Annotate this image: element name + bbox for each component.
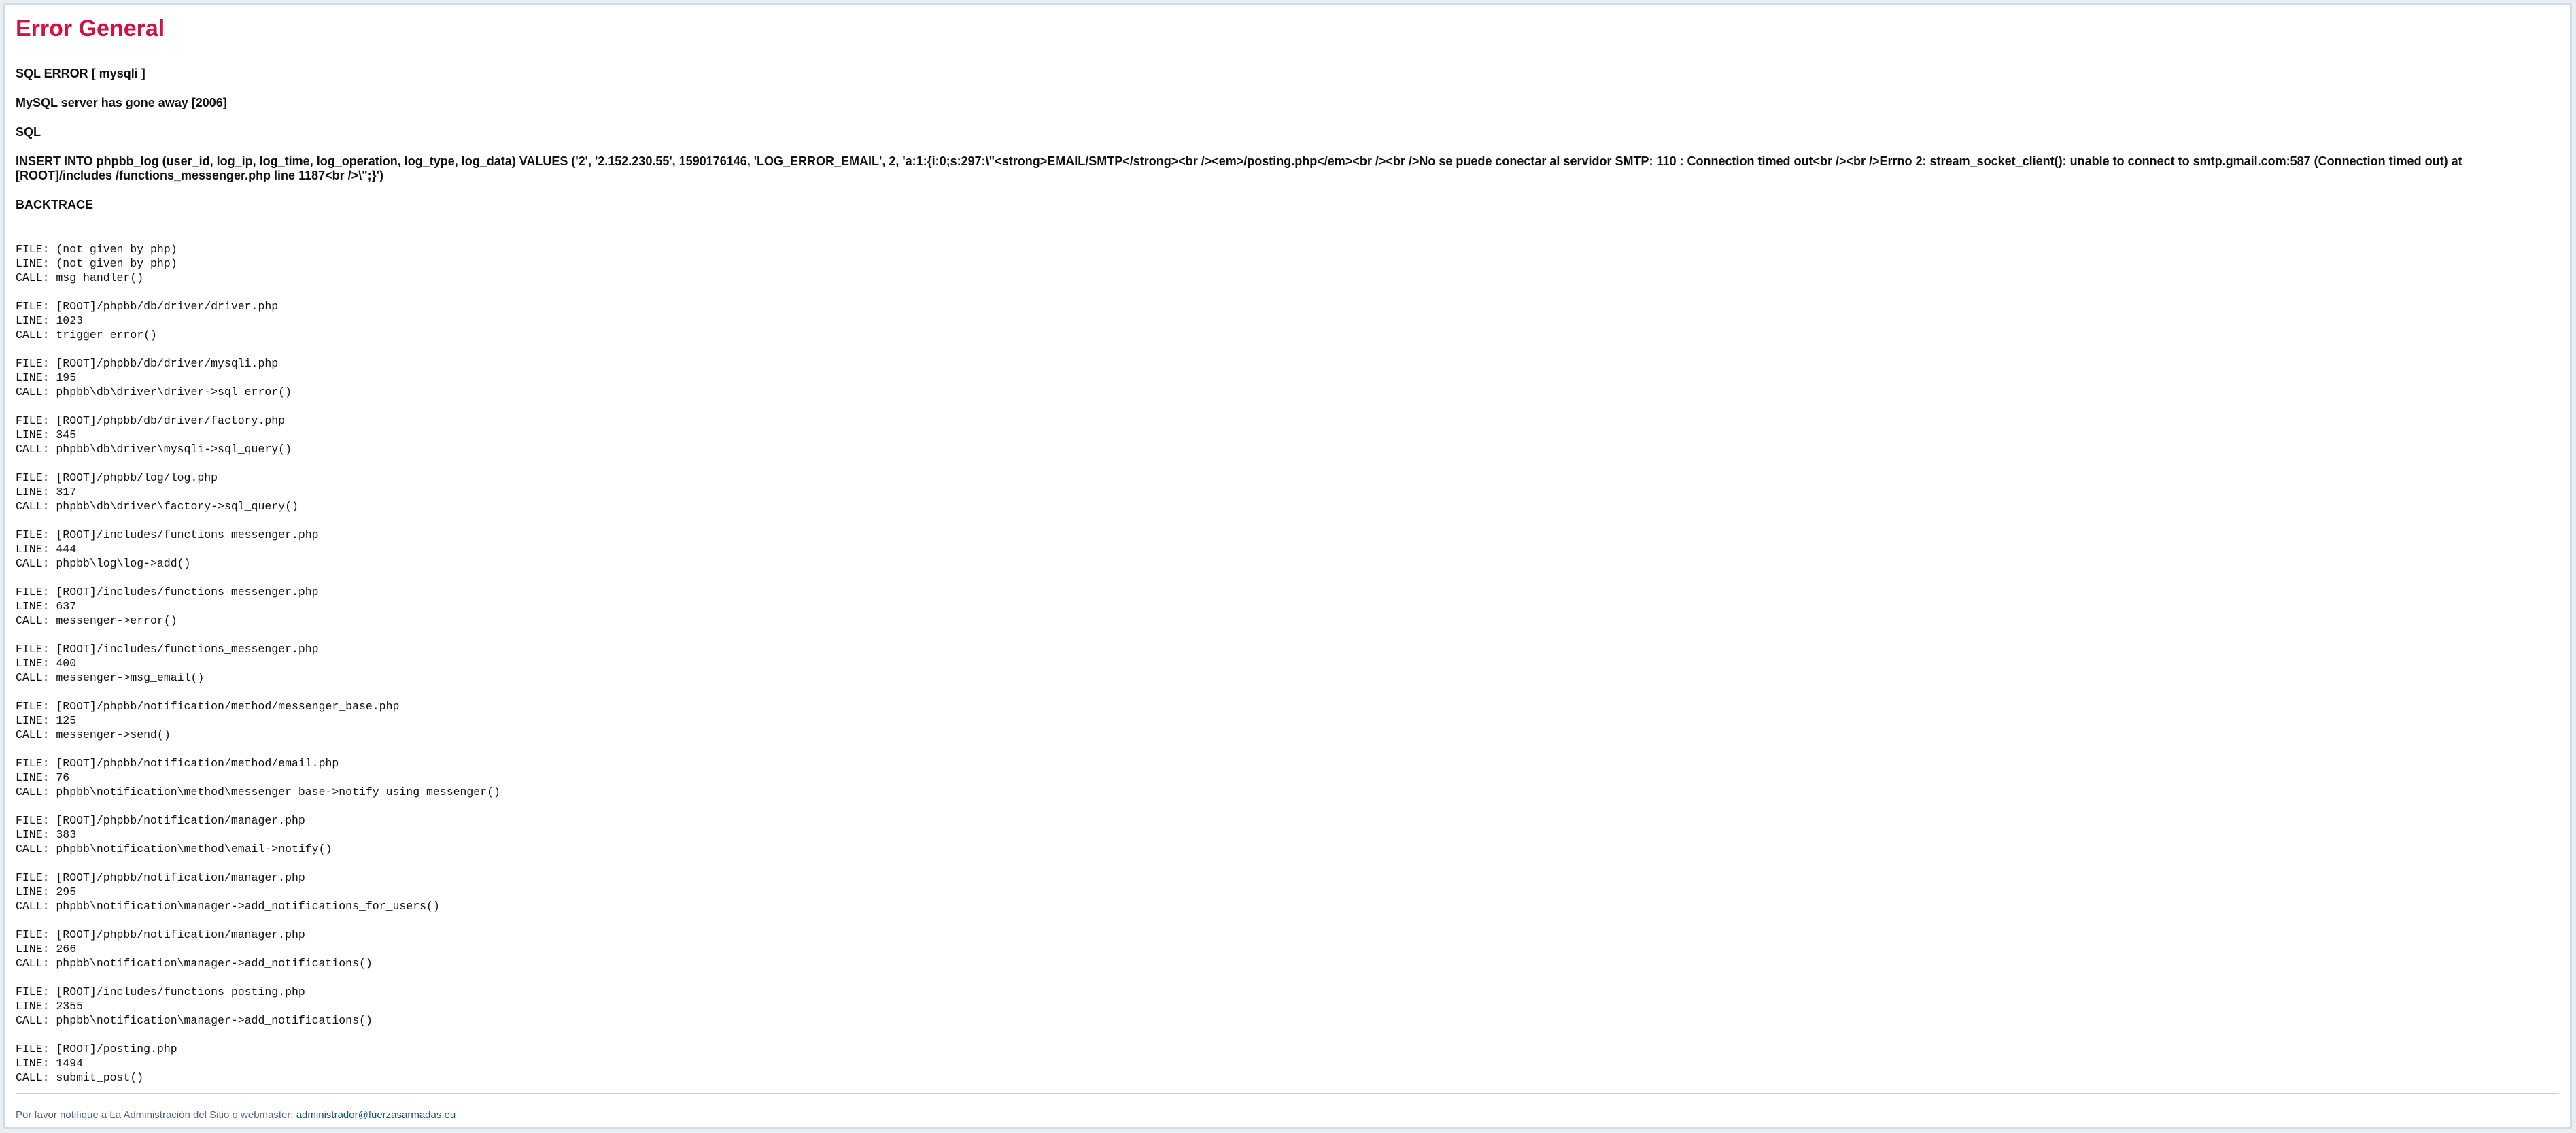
backtrace-line: LINE: 383 xyxy=(16,828,77,841)
footer: Por favor notifique a La Administración … xyxy=(16,1109,456,1121)
backtrace-file: FILE: [ROOT]/phpbb/notification/method/m… xyxy=(16,700,400,713)
backtrace-list: FILE: (not given by php) LINE: (not given… xyxy=(16,242,2559,1085)
backtrace-file: FILE: [ROOT]/includes/functions_messenge… xyxy=(16,643,319,656)
backtrace-line: LINE: 76 xyxy=(16,771,70,784)
page-title: Error General xyxy=(16,16,165,41)
backtrace-file: FILE: [ROOT]/phpbb/db/driver/driver.php xyxy=(16,300,279,313)
backtrace-frame: FILE: [ROOT]/phpbb/db/driver/driver.php L… xyxy=(16,299,2559,342)
backtrace-line: LINE: 444 xyxy=(16,543,77,556)
backtrace-line: LINE: 317 xyxy=(16,486,77,498)
backtrace-call: CALL: messenger->msg_email() xyxy=(16,671,205,684)
backtrace-call: CALL: phpbb\db\driver\driver->sql_error(… xyxy=(16,386,292,399)
backtrace-call: CALL: phpbb\notification\manager->add_no… xyxy=(16,900,440,913)
backtrace-line: LINE: 1494 xyxy=(16,1057,84,1070)
error-panel: Error General SQL ERROR [ mysqli ] MySQL… xyxy=(3,3,2572,1129)
backtrace-file: FILE: [ROOT]/includes/functions_messenge… xyxy=(16,528,319,541)
backtrace-call: CALL: phpbb\log\log->add() xyxy=(16,557,191,570)
backtrace-line: LINE: 2355 xyxy=(16,1000,84,1013)
backtrace-frame: FILE: [ROOT]/includes/functions_posting.… xyxy=(16,985,2559,1028)
backtrace-call: CALL: phpbb\db\driver\factory->sql_query… xyxy=(16,500,298,513)
backtrace-file: FILE: [ROOT]/phpbb/db/driver/factory.php xyxy=(16,414,286,427)
backtrace-frame: FILE: (not given by php) LINE: (not given… xyxy=(16,242,2559,285)
backtrace-frame: FILE: [ROOT]/phpbb/notification/method/e… xyxy=(16,756,2559,799)
footer-divider xyxy=(16,1093,2559,1094)
backtrace-frame: FILE: [ROOT]/phpbb/db/driver/factory.php… xyxy=(16,413,2559,456)
backtrace-frame: FILE: [ROOT]/phpbb/log/log.php LINE: 317 C… xyxy=(16,471,2559,513)
backtrace-file: FILE: [ROOT]/posting.php xyxy=(16,1043,177,1055)
backtrace-file: FILE: [ROOT]/phpbb/db/driver/mysqli.php xyxy=(16,357,279,370)
backtrace-call: CALL: msg_handler() xyxy=(16,271,144,284)
webmaster-email-link[interactable]: administrador@fuerzasarmadas.eu xyxy=(296,1109,456,1121)
backtrace-file: FILE: [ROOT]/phpbb/notification/manager.… xyxy=(16,928,305,941)
backtrace-call: CALL: messenger->error() xyxy=(16,614,177,627)
sql-error-line: SQL ERROR [ mysqli ] xyxy=(16,67,145,80)
backtrace-frame: FILE: [ROOT]/phpbb/notification/manager.… xyxy=(16,928,2559,970)
backtrace-call: CALL: phpbb\notification\method\email->n… xyxy=(16,843,332,856)
backtrace-call: CALL: phpbb\notification\method\messenge… xyxy=(16,785,500,798)
backtrace-line: LINE: 295 xyxy=(16,885,77,898)
footer-text: Por favor notifique a La Administración … xyxy=(16,1109,294,1121)
server-gone-message: MySQL server has gone away [2006] xyxy=(16,96,227,109)
backtrace-call: CALL: phpbb\db\driver\mysqli->sql_query(… xyxy=(16,443,292,456)
backtrace-file: FILE: (not given by php) xyxy=(16,243,177,256)
backtrace-file: FILE: [ROOT]/phpbb/notification/method/e… xyxy=(16,757,339,770)
backtrace-frame: FILE: [ROOT]/includes/functions_messenge… xyxy=(16,642,2559,685)
backtrace-file: FILE: [ROOT]/includes/functions_posting.… xyxy=(16,985,305,998)
sql-heading: SQL xyxy=(16,125,41,139)
backtrace-frame: FILE: [ROOT]/phpbb/notification/method/m… xyxy=(16,699,2559,742)
backtrace-call: CALL: submit_post() xyxy=(16,1071,144,1084)
backtrace-call: CALL: phpbb\notification\manager->add_no… xyxy=(16,957,373,970)
backtrace-line: LINE: 637 xyxy=(16,600,77,613)
backtrace-file: FILE: [ROOT]/phpbb/notification/manager.… xyxy=(16,871,305,884)
backtrace-line: LINE: 125 xyxy=(16,714,77,727)
backtrace-call: CALL: messenger->send() xyxy=(16,728,171,741)
sql-query: INSERT INTO phpbb_log (user_id, log_ip, … xyxy=(16,154,2462,182)
backtrace-heading: BACKTRACE xyxy=(16,198,93,212)
backtrace-file: FILE: [ROOT]/phpbb/notification/manager.… xyxy=(16,814,305,827)
backtrace-frame: FILE: [ROOT]/includes/functions_messenge… xyxy=(16,528,2559,571)
backtrace-line: LINE: (not given by php) xyxy=(16,257,177,270)
backtrace-frame: FILE: [ROOT]/phpbb/notification/manager.… xyxy=(16,813,2559,856)
backtrace-file: FILE: [ROOT]/phpbb/log/log.php xyxy=(16,471,218,484)
backtrace-call: CALL: phpbb\notification\manager->add_no… xyxy=(16,1014,373,1027)
backtrace-frame: FILE: [ROOT]/posting.php LINE: 1494 CALL: … xyxy=(16,1042,2559,1085)
backtrace-line: LINE: 266 xyxy=(16,943,77,956)
error-message: SQL ERROR [ mysqli ] MySQL server has go… xyxy=(16,67,2559,212)
backtrace-line: LINE: 195 xyxy=(16,371,77,384)
backtrace-line: LINE: 400 xyxy=(16,657,77,670)
backtrace-line: LINE: 345 xyxy=(16,428,77,441)
backtrace-frame: FILE: [ROOT]/includes/functions_messenge… xyxy=(16,585,2559,628)
backtrace-line: LINE: 1023 xyxy=(16,314,84,327)
backtrace-call: CALL: trigger_error() xyxy=(16,328,157,341)
backtrace-frame: FILE: [ROOT]/phpbb/notification/manager.… xyxy=(16,870,2559,913)
backtrace-frame: FILE: [ROOT]/phpbb/db/driver/mysqli.php L… xyxy=(16,356,2559,399)
backtrace-file: FILE: [ROOT]/includes/functions_messenge… xyxy=(16,586,319,598)
